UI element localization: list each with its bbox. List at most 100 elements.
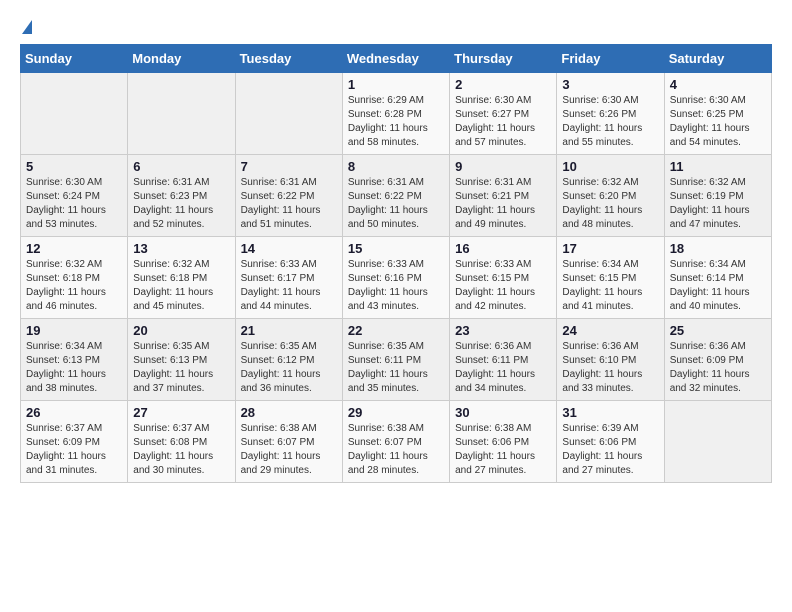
calendar-cell: 31 Sunrise: 6:39 AMSunset: 6:06 PMDayligh… <box>557 401 664 483</box>
calendar-cell: 25Sunrise: 6:36 AMSunset: 6:09 PMDayligh… <box>664 319 771 401</box>
cell-info: Sunrise: 6:38 AMSunset: 6:06 PMDaylight:… <box>455 422 551 478</box>
cell-info: Sunrise: 6:31 AMSunset: 6:23 PMDaylight:… <box>133 176 229 232</box>
calendar-week-1: 1 Sunrise: 6:29 AMSunset: 6:28 PMDaylight… <box>21 73 772 155</box>
day-number: 31 <box>562 405 658 420</box>
cell-info: Sunrise: 6:32 AMSunset: 6:18 PMDaylight:… <box>26 258 122 314</box>
cell-info: Sunrise: 6:32 AMSunset: 6:19 PMDaylight:… <box>670 176 766 232</box>
day-number: 7 <box>241 159 337 174</box>
logo <box>20 20 32 34</box>
calendar-cell: 8 Sunrise: 6:31 AMSunset: 6:22 PMDaylight… <box>342 155 449 237</box>
cell-info: Sunrise: 6:36 AMSunset: 6:10 PMDaylight:… <box>562 340 658 396</box>
calendar-cell: 11 Sunrise: 6:32 AMSunset: 6:19 PMDayligh… <box>664 155 771 237</box>
cell-info: Sunrise: 6:38 AMSunset: 6:07 PMDaylight:… <box>348 422 444 478</box>
calendar-cell: 30 Sunrise: 6:38 AMSunset: 6:06 PMDayligh… <box>450 401 557 483</box>
weekday-header-sunday: Sunday <box>21 45 128 73</box>
cell-info: Sunrise: 6:33 AMSunset: 6:17 PMDaylight:… <box>241 258 337 314</box>
cell-info: Sunrise: 6:35 AMSunset: 6:12 PMDaylight:… <box>241 340 337 396</box>
cell-info: Sunrise: 6:37 AMSunset: 6:09 PMDaylight:… <box>26 422 122 478</box>
calendar-cell: 20Sunrise: 6:35 AMSunset: 6:13 PMDayligh… <box>128 319 235 401</box>
day-number: 10 <box>562 159 658 174</box>
calendar-cell: 4 Sunrise: 6:30 AMSunset: 6:25 PMDaylight… <box>664 73 771 155</box>
cell-info: Sunrise: 6:30 AMSunset: 6:26 PMDaylight:… <box>562 94 658 150</box>
cell-info: Sunrise: 6:32 AMSunset: 6:18 PMDaylight:… <box>133 258 229 314</box>
day-number: 3 <box>562 77 658 92</box>
cell-info: Sunrise: 6:37 AMSunset: 6:08 PMDaylight:… <box>133 422 229 478</box>
logo-triangle-icon <box>22 20 32 34</box>
calendar-cell: 19 Sunrise: 6:34 AMSunset: 6:13 PMDayligh… <box>21 319 128 401</box>
cell-info: Sunrise: 6:33 AMSunset: 6:15 PMDaylight:… <box>455 258 551 314</box>
cell-info: Sunrise: 6:34 AMSunset: 6:13 PMDaylight:… <box>26 340 122 396</box>
cell-info: Sunrise: 6:30 AMSunset: 6:27 PMDaylight:… <box>455 94 551 150</box>
calendar-cell: 22Sunrise: 6:35 AMSunset: 6:11 PMDayligh… <box>342 319 449 401</box>
cell-info: Sunrise: 6:39 AMSunset: 6:06 PMDaylight:… <box>562 422 658 478</box>
calendar-cell <box>128 73 235 155</box>
calendar-cell: 27 Sunrise: 6:37 AMSunset: 6:08 PMDayligh… <box>128 401 235 483</box>
cell-info: Sunrise: 6:31 AMSunset: 6:22 PMDaylight:… <box>241 176 337 232</box>
calendar-cell: 2 Sunrise: 6:30 AMSunset: 6:27 PMDaylight… <box>450 73 557 155</box>
day-number: 26 <box>26 405 122 420</box>
day-number: 21 <box>241 323 337 338</box>
calendar-cell: 9 Sunrise: 6:31 AMSunset: 6:21 PMDaylight… <box>450 155 557 237</box>
calendar-table: SundayMondayTuesdayWednesdayThursdayFrid… <box>20 44 772 483</box>
day-number: 19 <box>26 323 122 338</box>
weekday-header-tuesday: Tuesday <box>235 45 342 73</box>
day-number: 16 <box>455 241 551 256</box>
calendar-cell: 18 Sunrise: 6:34 AMSunset: 6:14 PMDayligh… <box>664 237 771 319</box>
weekday-header-saturday: Saturday <box>664 45 771 73</box>
calendar-cell: 24 Sunrise: 6:36 AMSunset: 6:10 PMDayligh… <box>557 319 664 401</box>
cell-info: Sunrise: 6:31 AMSunset: 6:22 PMDaylight:… <box>348 176 444 232</box>
day-number: 27 <box>133 405 229 420</box>
day-number: 2 <box>455 77 551 92</box>
calendar-cell <box>664 401 771 483</box>
day-number: 9 <box>455 159 551 174</box>
cell-info: Sunrise: 6:36 AMSunset: 6:09 PMDaylight:… <box>670 340 766 396</box>
day-number: 30 <box>455 405 551 420</box>
page-header <box>20 20 772 34</box>
day-number: 24 <box>562 323 658 338</box>
day-number: 4 <box>670 77 766 92</box>
calendar-cell: 17Sunrise: 6:34 AMSunset: 6:15 PMDayligh… <box>557 237 664 319</box>
calendar-cell: 15Sunrise: 6:33 AMSunset: 6:16 PMDayligh… <box>342 237 449 319</box>
cell-info: Sunrise: 6:31 AMSunset: 6:21 PMDaylight:… <box>455 176 551 232</box>
day-number: 12 <box>26 241 122 256</box>
calendar-week-5: 26 Sunrise: 6:37 AMSunset: 6:09 PMDayligh… <box>21 401 772 483</box>
weekday-header-friday: Friday <box>557 45 664 73</box>
calendar-cell: 26 Sunrise: 6:37 AMSunset: 6:09 PMDayligh… <box>21 401 128 483</box>
calendar-cell: 29 Sunrise: 6:38 AMSunset: 6:07 PMDayligh… <box>342 401 449 483</box>
cell-info: Sunrise: 6:34 AMSunset: 6:14 PMDaylight:… <box>670 258 766 314</box>
day-number: 23 <box>455 323 551 338</box>
day-number: 1 <box>348 77 444 92</box>
calendar-cell: 14 Sunrise: 6:33 AMSunset: 6:17 PMDayligh… <box>235 237 342 319</box>
calendar-cell: 21 Sunrise: 6:35 AMSunset: 6:12 PMDayligh… <box>235 319 342 401</box>
calendar-cell: 1 Sunrise: 6:29 AMSunset: 6:28 PMDaylight… <box>342 73 449 155</box>
calendar-cell: 16 Sunrise: 6:33 AMSunset: 6:15 PMDayligh… <box>450 237 557 319</box>
day-number: 8 <box>348 159 444 174</box>
day-number: 6 <box>133 159 229 174</box>
calendar-cell: 23Sunrise: 6:36 AMSunset: 6:11 PMDayligh… <box>450 319 557 401</box>
calendar-cell: 12 Sunrise: 6:32 AMSunset: 6:18 PMDayligh… <box>21 237 128 319</box>
calendar-cell: 5Sunrise: 6:30 AMSunset: 6:24 PMDaylight… <box>21 155 128 237</box>
cell-info: Sunrise: 6:30 AMSunset: 6:25 PMDaylight:… <box>670 94 766 150</box>
calendar-cell: 6 Sunrise: 6:31 AMSunset: 6:23 PMDaylight… <box>128 155 235 237</box>
day-number: 20 <box>133 323 229 338</box>
day-number: 18 <box>670 241 766 256</box>
weekday-header-thursday: Thursday <box>450 45 557 73</box>
calendar-cell: 13 Sunrise: 6:32 AMSunset: 6:18 PMDayligh… <box>128 237 235 319</box>
calendar-cell: 10 Sunrise: 6:32 AMSunset: 6:20 PMDayligh… <box>557 155 664 237</box>
day-number: 13 <box>133 241 229 256</box>
calendar-cell <box>21 73 128 155</box>
day-number: 11 <box>670 159 766 174</box>
cell-info: Sunrise: 6:34 AMSunset: 6:15 PMDaylight:… <box>562 258 658 314</box>
calendar-week-4: 19 Sunrise: 6:34 AMSunset: 6:13 PMDayligh… <box>21 319 772 401</box>
calendar-week-2: 5Sunrise: 6:30 AMSunset: 6:24 PMDaylight… <box>21 155 772 237</box>
calendar-cell: 7 Sunrise: 6:31 AMSunset: 6:22 PMDaylight… <box>235 155 342 237</box>
day-number: 29 <box>348 405 444 420</box>
cell-info: Sunrise: 6:29 AMSunset: 6:28 PMDaylight:… <box>348 94 444 150</box>
day-number: 5 <box>26 159 122 174</box>
day-number: 28 <box>241 405 337 420</box>
cell-info: Sunrise: 6:33 AMSunset: 6:16 PMDaylight:… <box>348 258 444 314</box>
weekday-header-wednesday: Wednesday <box>342 45 449 73</box>
cell-info: Sunrise: 6:32 AMSunset: 6:20 PMDaylight:… <box>562 176 658 232</box>
day-number: 14 <box>241 241 337 256</box>
calendar-cell: 28Sunrise: 6:38 AMSunset: 6:07 PMDayligh… <box>235 401 342 483</box>
